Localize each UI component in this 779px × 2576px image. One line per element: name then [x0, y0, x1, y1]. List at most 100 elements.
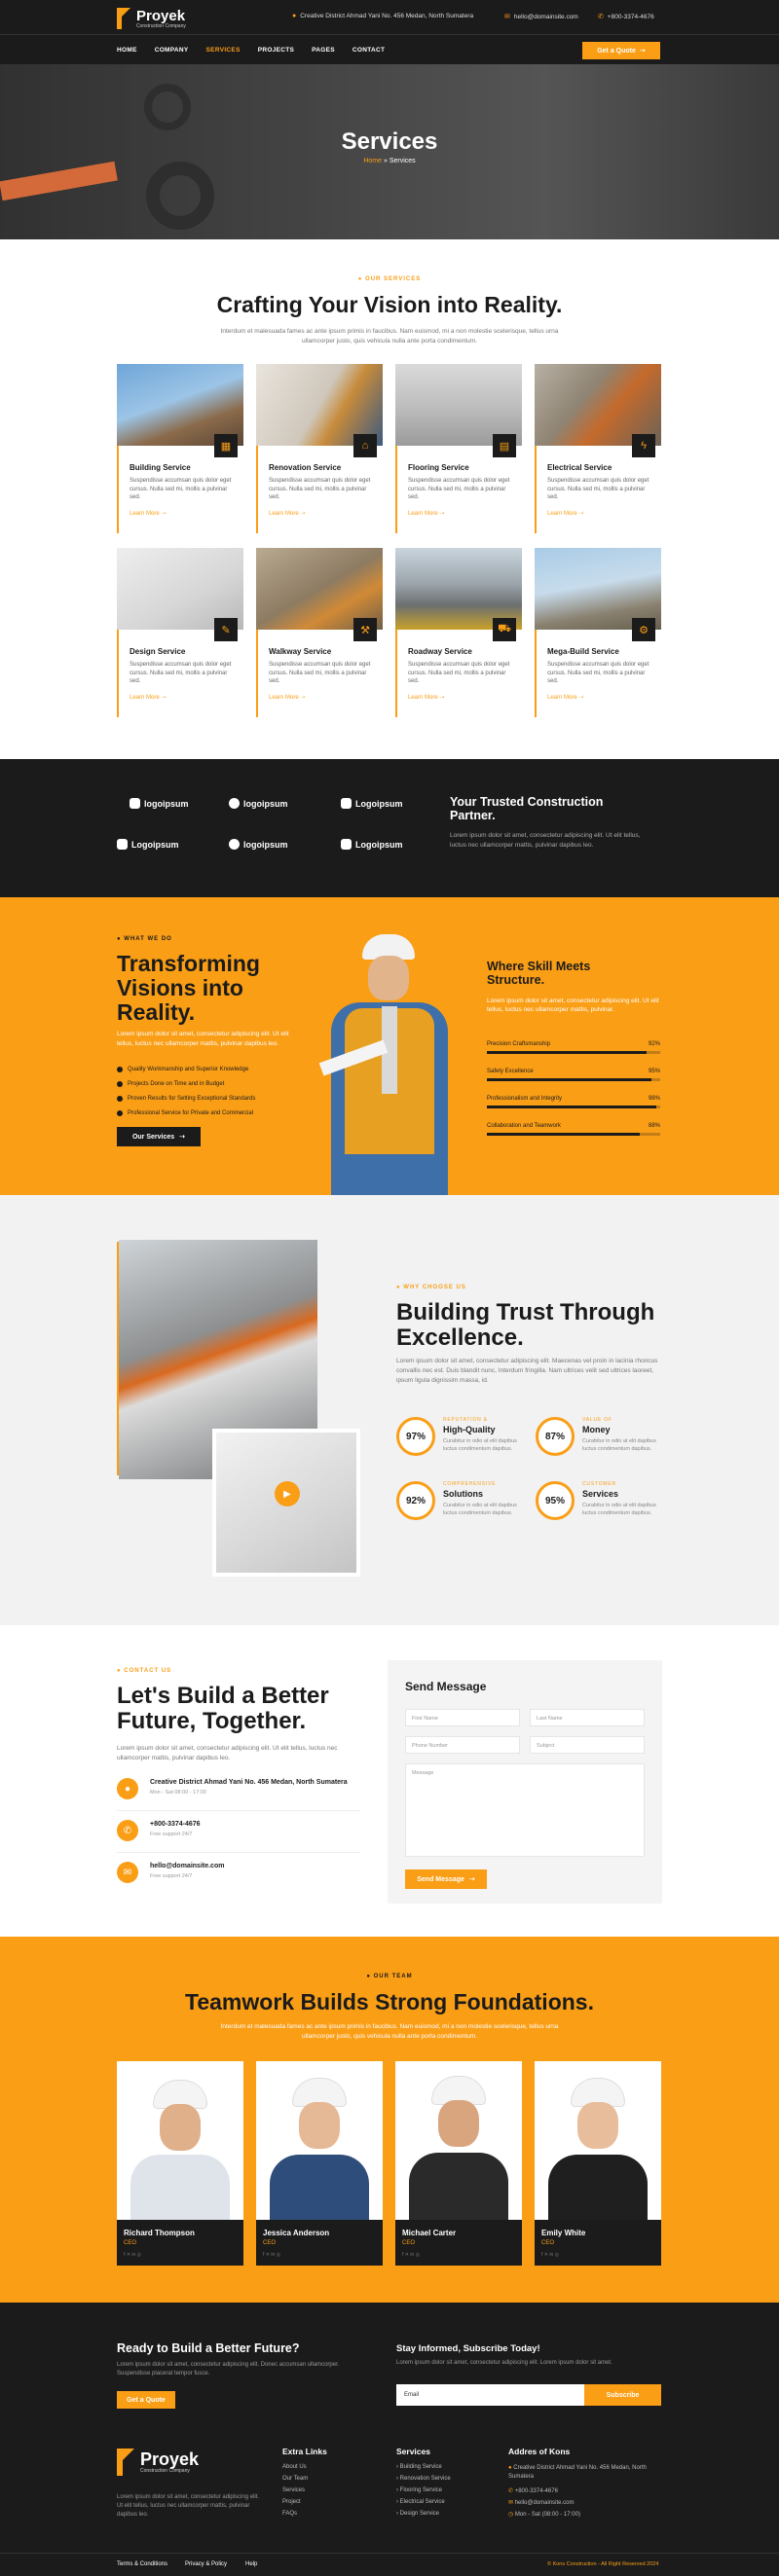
learn-more-link[interactable]: Learn More ➝: [130, 694, 166, 701]
service-name: Renovation Service: [269, 463, 342, 472]
learn-more-label: Learn More: [547, 695, 577, 701]
our-services-label: Our Services: [131, 1133, 175, 1141]
last-name-field[interactable]: Last Name: [530, 1709, 645, 1726]
team-member-card[interactable]: Michael Carter CEO f ✕ in ◎: [395, 2061, 522, 2266]
learn-more-label: Learn More: [130, 511, 160, 517]
partner-logo[interactable]: Logoipsum: [341, 839, 403, 850]
social-icons[interactable]: f ✕ in ◎: [124, 2252, 141, 2258]
skill-bar: Collaboration and Teamwork 88%: [487, 1123, 660, 1136]
logo-mark-icon: [229, 839, 240, 850]
footer-link-project[interactable]: Project: [282, 2499, 301, 2505]
subject-field[interactable]: Subject: [530, 1736, 645, 1754]
footer-links-heading: Extra Links: [282, 2447, 327, 2456]
service-card[interactable]: ✎ Design Service Suspendisse accumsan qu…: [117, 548, 243, 721]
footer-link-about[interactable]: About Us: [282, 2464, 307, 2470]
message-field[interactable]: Message: [405, 1763, 645, 1857]
nav-projects[interactable]: PROJECTS: [258, 47, 294, 54]
learn-more-link[interactable]: Learn More ➝: [547, 694, 583, 701]
social-icons[interactable]: f ✕ in ◎: [402, 2252, 420, 2258]
phone-field[interactable]: Phone Number: [405, 1736, 520, 1754]
header-email[interactable]: ✉ hello@domainsite.com: [504, 13, 578, 21]
nav-company[interactable]: COMPANY: [155, 47, 189, 54]
footer-email[interactable]: ✉ hello@domainsite.com: [508, 2499, 575, 2506]
mail-icon: ✉: [508, 2500, 515, 2506]
partner-logo[interactable]: logoipsum: [229, 798, 288, 809]
breadcrumb-home[interactable]: Home: [363, 158, 382, 164]
footer-phone[interactable]: ✆ +800-3374-4676: [508, 2487, 558, 2494]
logo-mark-icon: [117, 839, 128, 850]
learn-more-link[interactable]: Learn More ➝: [408, 694, 444, 701]
logo-icon: [117, 2449, 134, 2476]
gear-image: [144, 84, 191, 130]
footer-service-link[interactable]: › Flooring Service: [396, 2487, 442, 2493]
logo-mark-icon: [229, 798, 240, 809]
service-card[interactable]: ⚒ Walkway Service Suspendisse accumsan q…: [256, 548, 383, 721]
service-desc: Suspendisse accumsan quis dolor eget cur…: [269, 478, 371, 501]
footer-service-link[interactable]: › Design Service: [396, 2511, 439, 2517]
social-icons[interactable]: f ✕ in ◎: [263, 2252, 280, 2258]
mail-icon: ✉: [504, 14, 510, 20]
play-icon[interactable]: ▶: [275, 1481, 300, 1506]
bullet-text: Professional Service for Private and Com…: [128, 1110, 254, 1116]
brand-logo[interactable]: Proyek Construction Company: [117, 8, 186, 29]
stat-value: 95%: [536, 1481, 575, 1520]
team-member-card[interactable]: Richard Thompson CEO f ✕ in ◎: [117, 2061, 243, 2266]
team-member-card[interactable]: Jessica Anderson CEO f ✕ in ◎: [256, 2061, 383, 2266]
nav-pages[interactable]: PAGES: [312, 47, 335, 54]
first-name-field[interactable]: First Name: [405, 1709, 520, 1726]
social-icons[interactable]: f ✕ in ◎: [541, 2252, 559, 2258]
service-card[interactable]: ▤ Flooring Service Suspendisse accumsan …: [395, 364, 522, 537]
learn-more-link[interactable]: Learn More ➝: [269, 694, 305, 701]
partner-logo[interactable]: Logoipsum: [341, 798, 403, 809]
service-card[interactable]: ϟ Electrical Service Suspendisse accumsa…: [535, 364, 661, 537]
partner-logo[interactable]: logoipsum: [229, 839, 288, 850]
header-email-text: hello@domainsite.com: [513, 13, 578, 20]
footer-services-heading: Services: [396, 2447, 430, 2456]
partner-logo[interactable]: Logoipsum: [117, 839, 179, 850]
service-desc: Suspendisse accumsan quis dolor eget cur…: [408, 478, 510, 501]
learn-more-link[interactable]: Learn More ➝: [408, 510, 444, 517]
service-card[interactable]: ⚙ Mega-Build Service Suspendisse accumsa…: [535, 548, 661, 721]
footer-quote-button[interactable]: Get a Quote: [117, 2391, 175, 2409]
header-phone[interactable]: ✆ +800-3374-4676: [598, 13, 654, 21]
bullet-icon: [117, 1110, 123, 1116]
help-link[interactable]: Help: [245, 2561, 257, 2567]
learn-more-label: Learn More: [547, 511, 577, 517]
footer-link-services[interactable]: Services: [282, 2487, 305, 2493]
terms-link[interactable]: Terms & Conditions: [117, 2561, 167, 2567]
team-desc: Interdum et malesuada fames ac ante ipsu…: [220, 2023, 559, 2040]
get-quote-button[interactable]: Get a Quote ➝: [582, 42, 660, 59]
logo-icon: [117, 8, 130, 29]
what-tag-text: WHAT WE DO: [124, 936, 172, 942]
subscribe-button[interactable]: Subscribe: [584, 2384, 661, 2406]
services-tag: ● OUR SERVICES: [357, 276, 422, 282]
footer-link-faqs[interactable]: FAQs: [282, 2511, 297, 2517]
service-card[interactable]: ⌂ Renovation Service Suspendisse accumsa…: [256, 364, 383, 537]
nav-home[interactable]: HOME: [117, 47, 137, 54]
nav-services[interactable]: SERVICES: [206, 47, 241, 54]
partner-logo[interactable]: logoipsum: [130, 798, 189, 809]
footer-logo[interactable]: Proyek Construction Company: [117, 2449, 199, 2476]
footer-service-link[interactable]: › Renovation Service: [396, 2476, 451, 2482]
contact-phone[interactable]: ✆ +800-3374-4676 Free support 24/7: [117, 1818, 390, 1845]
service-card[interactable]: ▦ Building Service Suspendisse accumsan …: [117, 364, 243, 537]
learn-more-link[interactable]: Learn More ➝: [547, 510, 583, 517]
footer-service-link[interactable]: › Building Service: [396, 2464, 442, 2470]
stat-title: Services: [582, 1489, 619, 1499]
footer-link-team[interactable]: Our Team: [282, 2476, 308, 2482]
contact-email[interactable]: ✉ hello@domainsite.com Free support 24/7: [117, 1860, 390, 1887]
learn-more-link[interactable]: Learn More ➝: [130, 510, 166, 517]
service-desc: Suspendisse accumsan quis dolor eget cur…: [130, 662, 232, 685]
our-services-button[interactable]: Our Services ➝: [117, 1127, 201, 1146]
privacy-link[interactable]: Privacy & Policy: [185, 2561, 227, 2567]
nav-contact[interactable]: CONTACT: [352, 47, 385, 54]
team-member-card[interactable]: Emily White CEO f ✕ in ◎: [535, 2061, 661, 2266]
service-name: Design Service: [130, 647, 186, 656]
learn-more-link[interactable]: Learn More ➝: [269, 510, 305, 517]
bullet-text: Projects Done on Time and in Budget: [128, 1081, 225, 1087]
send-message-button[interactable]: Send Message ➝: [405, 1869, 487, 1889]
skill-value: 98%: [648, 1096, 660, 1102]
blueprint-image: ▶: [212, 1429, 360, 1577]
footer-service-link[interactable]: › Electrical Service: [396, 2499, 445, 2505]
service-card[interactable]: ⛟ Roadway Service Suspendisse accumsan q…: [395, 548, 522, 721]
